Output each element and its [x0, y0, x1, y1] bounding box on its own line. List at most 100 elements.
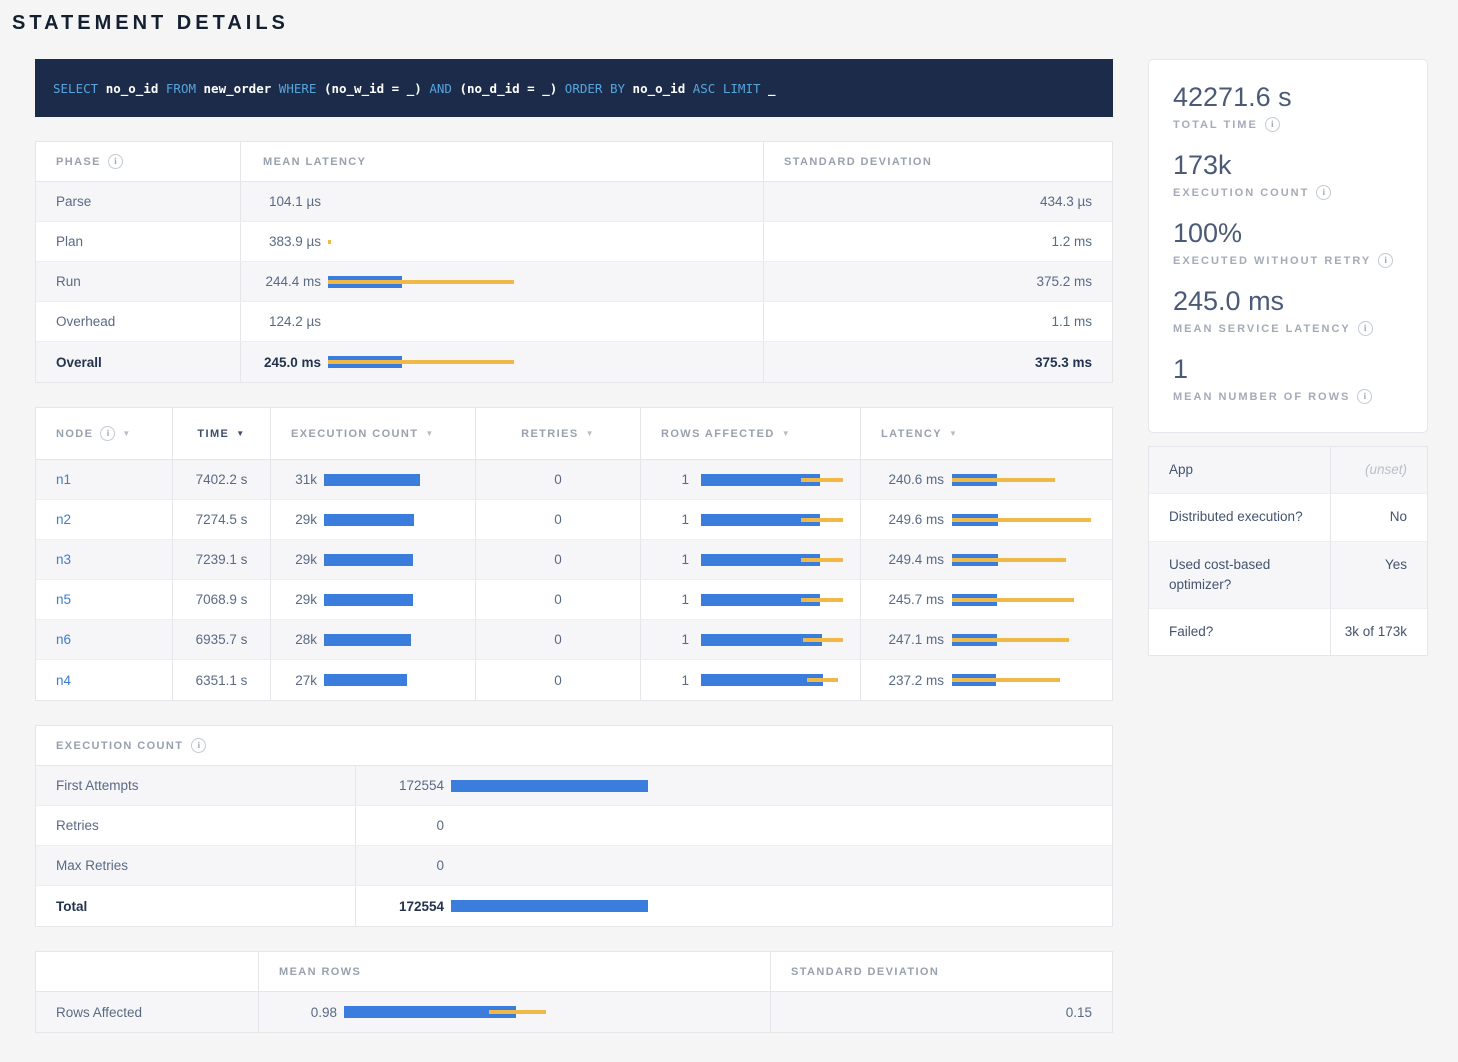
node-link[interactable]: n3	[56, 552, 71, 567]
time-header-label: TIME	[197, 428, 229, 440]
execution-count-bar	[324, 594, 413, 606]
latency-bar	[952, 634, 1069, 646]
std-deviation-value: 375.3 ms	[764, 342, 1112, 382]
node-column-header[interactable]: NODE	[36, 408, 173, 459]
latency-value: 237.2 ms	[861, 673, 944, 688]
sql-keyword: WHERE	[271, 81, 324, 96]
stddev-whisker	[952, 678, 1060, 682]
stddev-whisker	[801, 518, 843, 522]
std-deviation-value: 375.2 ms	[764, 262, 1112, 301]
execution-count-cell: 29k	[271, 580, 476, 619]
stddev-whisker	[952, 558, 1066, 562]
node-row: n17402.2 s31k01240.6 ms	[36, 460, 1112, 500]
mean-latency-column-header: MEAN LATENCY	[241, 142, 764, 181]
mean-latency-value: 244.4 ms	[241, 274, 321, 289]
execution-count-bar	[324, 514, 414, 526]
execution-count-table: EXECUTION COUNT First Attempts172554Retr…	[35, 725, 1113, 927]
time-column-header[interactable]: TIME	[173, 408, 271, 459]
execution-count-value: 29k	[271, 512, 317, 527]
rows-affected-bar	[701, 674, 838, 686]
phase-row: Overall245.0 ms375.3 ms	[36, 342, 1112, 382]
sql-identifier: new_order	[204, 81, 272, 96]
mean-latency-value: 104.1 µs	[241, 194, 321, 209]
latency-cell: 237.2 ms	[861, 660, 1112, 700]
sql-identifier: no_o_id	[106, 81, 159, 96]
retries-cell: 0	[476, 660, 641, 700]
stat-label-text: TOTAL TIME	[1173, 119, 1258, 131]
stat-label-text: EXECUTION COUNT	[1173, 187, 1309, 199]
rows-affected-row: Rows Affected0.980.15	[36, 992, 1112, 1032]
sql-keyword: SELECT	[53, 81, 106, 96]
rows-affected-value: 1	[641, 632, 689, 647]
stddev-whisker	[801, 478, 843, 482]
summary-stat: 245.0 msMEAN SERVICE LATENCY	[1173, 286, 1403, 336]
sort-arrow-icon[interactable]	[782, 429, 791, 438]
latency-bar	[952, 674, 1060, 686]
stddev-whisker	[801, 558, 843, 562]
sql-keyword: AND	[422, 81, 460, 96]
sql-keyword: FROM	[158, 81, 203, 96]
node-row: n66935.7 s28k01247.1 ms	[36, 620, 1112, 660]
phase-row: Parse104.1 µs434.3 µs	[36, 182, 1112, 222]
phase-name: Overall	[36, 342, 241, 382]
mean-latency-value: 124.2 µs	[241, 314, 321, 329]
latency-value: 249.4 ms	[861, 552, 944, 567]
std-deviation-column-header: STANDARD DEVIATION	[764, 142, 1112, 181]
execution-row-value-cell: 172554	[356, 886, 1112, 926]
phase-column-header[interactable]: PHASE	[36, 142, 241, 181]
rows-affected-value: 1	[641, 472, 689, 487]
node-link[interactable]: n4	[56, 673, 71, 688]
time-cell: 6935.7 s	[173, 620, 271, 659]
latency-cell: 240.6 ms	[861, 460, 1112, 499]
latency-column-header[interactable]: LATENCY	[861, 408, 1112, 459]
statement-attributes-table: App(unset)Distributed execution?NoUsed c…	[1148, 446, 1428, 656]
std-deviation-header-label: STANDARD DEVIATION	[784, 156, 932, 168]
stat-label: MEAN NUMBER OF ROWS	[1173, 389, 1403, 404]
sql-identifier: no_o_id	[633, 81, 686, 96]
execution-count-header-label: EXECUTION COUNT	[291, 428, 418, 440]
rows-affected-value: 1	[641, 592, 689, 607]
latency-bar	[952, 514, 1091, 526]
retries-cell: 0	[476, 500, 641, 539]
latency-cell: 245.7 ms	[861, 580, 1112, 619]
phase-row: Overhead124.2 µs1.1 ms	[36, 302, 1112, 342]
std-deviation-value: 1.2 ms	[764, 222, 1112, 261]
sort-arrow-icon[interactable]	[586, 429, 595, 438]
sort-arrow-icon[interactable]	[122, 429, 131, 438]
execution-count-cell: 29k	[271, 540, 476, 579]
execution-row-value: 0	[356, 858, 444, 873]
info-icon[interactable]	[191, 738, 206, 753]
node-link[interactable]: n2	[56, 512, 71, 527]
node-link[interactable]: n5	[56, 592, 71, 607]
summary-stat: 100%EXECUTED WITHOUT RETRY	[1173, 218, 1403, 268]
info-icon[interactable]	[1357, 389, 1372, 404]
execution-row-value: 172554	[356, 899, 444, 914]
latency-value: 245.7 ms	[861, 592, 944, 607]
info-icon[interactable]	[1378, 253, 1393, 268]
stddev-whisker	[952, 518, 1091, 522]
retries-column-header[interactable]: RETRIES	[476, 408, 641, 459]
execution-count-column-header[interactable]: EXECUTION COUNT	[271, 408, 476, 459]
latency-cell: 247.1 ms	[861, 620, 1112, 659]
std-deviation-header-label: STANDARD DEVIATION	[791, 966, 939, 978]
info-icon[interactable]	[1358, 321, 1373, 336]
stat-label-text: MEAN NUMBER OF ROWS	[1173, 391, 1350, 403]
phase-latency-table: PHASE MEAN LATENCY STANDARD DEVIATION Pa…	[35, 141, 1113, 383]
info-icon[interactable]	[108, 154, 123, 169]
execution-count-row: Max Retries0	[36, 846, 1112, 886]
mean-latency-bar	[328, 356, 514, 368]
stat-label-text: MEAN SERVICE LATENCY	[1173, 323, 1351, 335]
execution-count-header-label: EXECUTION COUNT	[56, 740, 183, 752]
sort-arrow-icon[interactable]	[236, 429, 245, 438]
node-link[interactable]: n6	[56, 632, 71, 647]
info-icon[interactable]	[1316, 185, 1331, 200]
node-cell: n4	[36, 660, 173, 700]
sort-arrow-icon[interactable]	[949, 429, 958, 438]
info-icon[interactable]	[100, 426, 115, 441]
rows-affected-column-header[interactable]: ROWS AFFECTED	[641, 408, 861, 459]
phase-name: Plan	[36, 222, 241, 261]
sort-arrow-icon[interactable]	[425, 429, 434, 438]
info-icon[interactable]	[1265, 117, 1280, 132]
node-link[interactable]: n1	[56, 472, 71, 487]
std-deviation-column-header: STANDARD DEVIATION	[771, 952, 1112, 991]
